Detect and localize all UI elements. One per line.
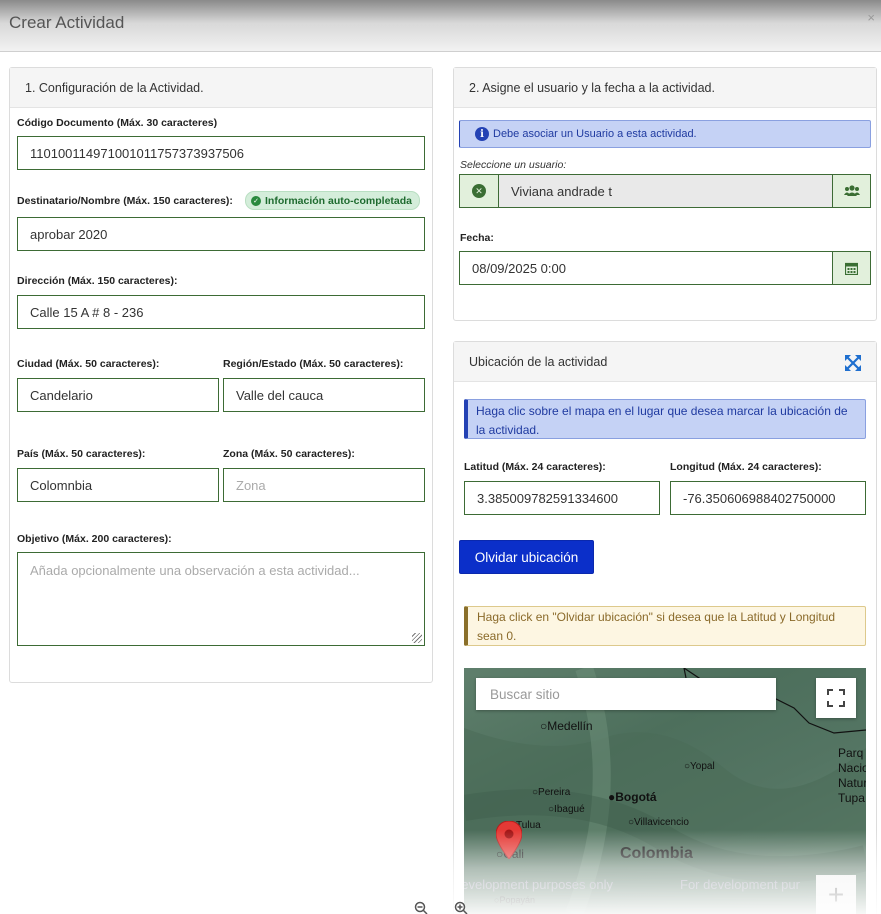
lat-input[interactable]: 3.385009782591334600: [464, 481, 660, 515]
user-input[interactable]: Viviana andrade t: [498, 174, 833, 208]
info-circle-icon: i: [475, 127, 489, 141]
close-icon[interactable]: ×: [867, 10, 875, 25]
zoom-in-icon[interactable]: [454, 901, 468, 914]
ciudad-label: Ciudad (Máx. 50 caracteres):: [17, 358, 160, 370]
map-info-alert: Haga clic sobre el mapa en el lugar que …: [464, 399, 866, 439]
objetivo-textarea[interactable]: Añada opcionalmente una observación a es…: [17, 552, 425, 646]
fecha-label: Fecha:: [460, 232, 494, 244]
map-region-label: Parq Nacio Natur Tupa: [838, 746, 866, 805]
select-user-button[interactable]: [832, 174, 871, 208]
forget-location-button[interactable]: Olvidar ubicación: [459, 540, 594, 574]
lng-input[interactable]: -76.350606988402750000: [670, 481, 866, 515]
map-place-popayan: ○Popayán: [494, 895, 535, 905]
map-info-text: Haga clic sobre el mapa en el lugar que …: [476, 404, 848, 437]
check-circle-icon: ✓: [251, 195, 261, 206]
map-fullscreen-button[interactable]: [816, 678, 856, 718]
map-place-yopal: ○Yopal: [684, 761, 715, 772]
times-circle-icon: ✕: [472, 184, 486, 198]
map-dev-watermark-right: For development pur: [680, 877, 800, 892]
resize-handle[interactable]: [412, 633, 422, 643]
autocomplete-badge: ✓ Información auto-completada: [245, 191, 421, 210]
destinatario-input[interactable]: aprobar 2020: [17, 217, 425, 251]
user-required-text: Debe asociar un Usuario a esta actividad…: [493, 128, 697, 140]
map-zoom-in-button[interactable]: +: [816, 875, 856, 914]
user-select-label: Seleccione un usuario:: [460, 159, 567, 171]
map[interactable]: Buscar sitio ○Medellín ○Yopal ○Pereira ●…: [464, 668, 866, 914]
autocomplete-badge-text: Información auto-completada: [265, 194, 413, 207]
map-place-colombia: Colombia: [620, 845, 693, 862]
direccion-label: Dirección (Máx. 150 caracteres):: [17, 275, 178, 287]
expand-arrows-icon[interactable]: [844, 354, 862, 372]
ciudad-input[interactable]: Candelario: [17, 378, 219, 412]
assign-heading: 2. Asigne el usuario y la fecha a la act…: [454, 68, 876, 108]
map-place-pereira: ○Pereira: [532, 787, 571, 798]
config-heading: 1. Configuración de la Actividad.: [10, 68, 432, 108]
users-icon: [843, 185, 860, 196]
clear-user-button[interactable]: ✕: [459, 174, 499, 208]
fecha-input[interactable]: 08/09/2025 0:00: [459, 251, 833, 285]
pais-label: País (Máx. 50 caracteres):: [17, 448, 146, 460]
codigo-label: Código Documento (Máx. 30 caracteres): [17, 117, 218, 129]
objetivo-label: Objetivo (Máx. 200 caracteres):: [17, 533, 172, 545]
map-marker-icon[interactable]: [496, 821, 522, 859]
map-place-bogota: ●Bogotá: [608, 790, 657, 804]
lat-label: Latitud (Máx. 24 caracteres):: [464, 461, 606, 473]
zoom-out-icon[interactable]: [414, 901, 428, 914]
pais-input[interactable]: Colomnbia: [17, 468, 219, 502]
direccion-input[interactable]: Calle 15 A # 8 - 236: [17, 295, 425, 329]
map-dev-watermark-left: development purposes only: [464, 877, 613, 892]
map-place-villavicencio: ○Villavicencio: [628, 817, 689, 828]
modal-header: Crear Actividad ×: [0, 0, 881, 52]
zona-label: Zona (Máx. 50 caracteres):: [223, 448, 355, 460]
modal-title: Crear Actividad: [9, 13, 125, 32]
fullscreen-icon: [827, 689, 845, 707]
forget-location-warning: Haga click en "Olvidar ubicación" si des…: [464, 606, 866, 646]
objetivo-placeholder: Añada opcionalmente una observación a es…: [30, 563, 360, 578]
calendar-icon: [845, 262, 858, 275]
location-heading-text: Ubicación de la actividad: [469, 355, 608, 369]
region-input[interactable]: Valle del cauca: [223, 378, 425, 412]
calendar-button[interactable]: [832, 251, 871, 285]
map-place-ibague: ○Ibagué: [548, 804, 585, 815]
user-required-alert: i Debe asociar un Usuario a esta activid…: [459, 120, 871, 148]
destinatario-label: Destinatario/Nombre (Máx. 150 caracteres…: [17, 195, 233, 207]
region-label: Región/Estado (Máx. 50 caracteres):: [223, 358, 404, 370]
lng-label: Longitud (Máx. 24 caracteres):: [670, 461, 822, 473]
codigo-input[interactable]: 110100114971001011757373937506: [17, 136, 425, 170]
zona-input[interactable]: Zona: [223, 468, 425, 502]
map-place-medellin: ○Medellín: [540, 719, 593, 733]
location-heading: Ubicación de la actividad: [454, 342, 876, 382]
map-search-input[interactable]: Buscar sitio: [476, 678, 776, 710]
